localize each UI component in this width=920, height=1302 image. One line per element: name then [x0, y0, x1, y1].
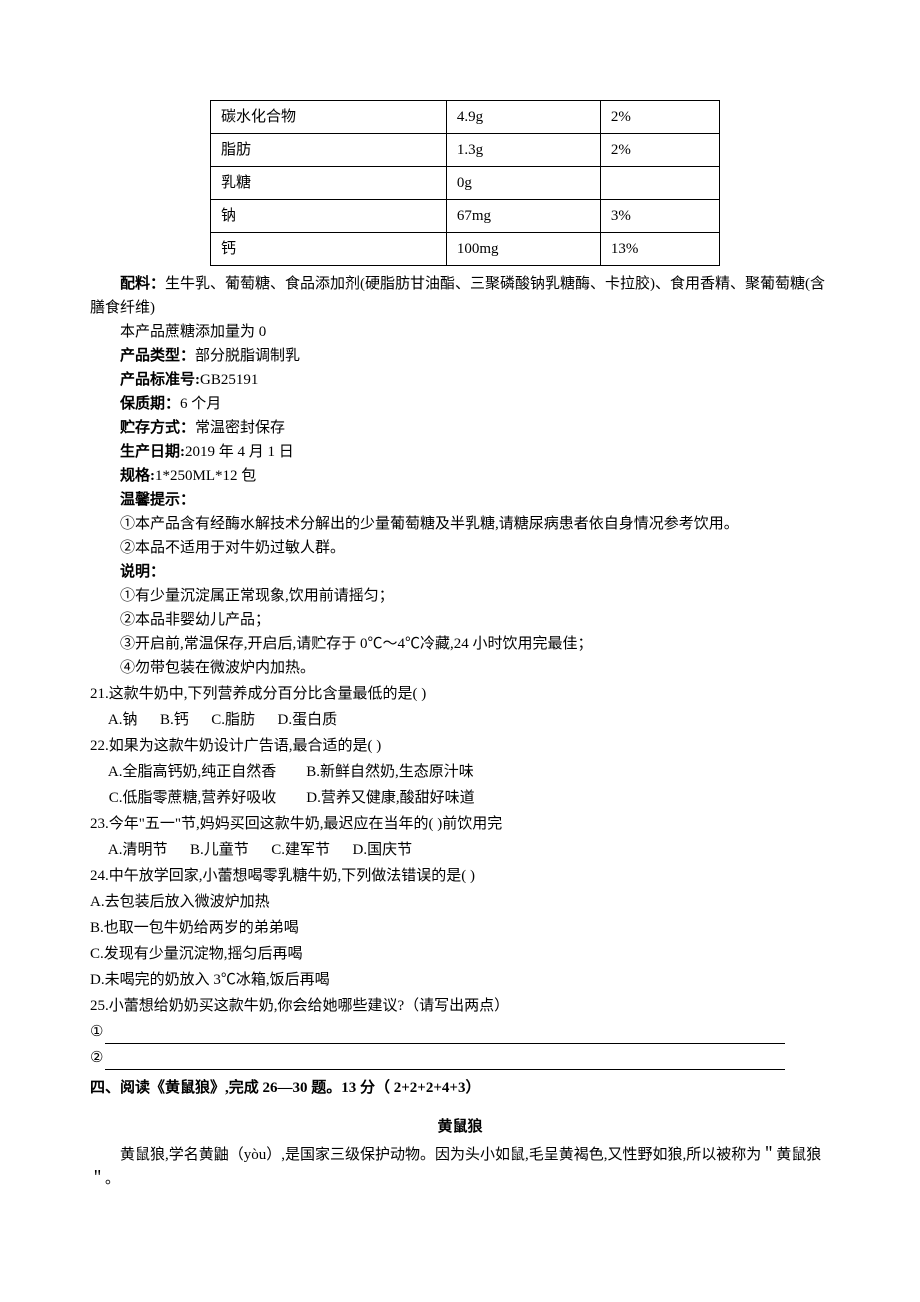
passage-title: 黄鼠狼: [90, 1115, 830, 1139]
question-24-option-d: D.未喝完的奶放入 3℃冰箱,饭后再喝: [90, 968, 830, 992]
question-25-blank-1: ①: [90, 1020, 830, 1044]
question-22-stem: 22.如果为这款牛奶设计广告语,最合适的是( ): [90, 734, 830, 758]
sucrose-line: 本产品蔗糖添加量为 0: [90, 320, 830, 344]
nutrient-pct: 2%: [600, 134, 719, 167]
shelf-life-text: 6 个月: [180, 396, 221, 412]
standard-line: 产品标准号:GB25191: [90, 368, 830, 392]
table-row: 脂肪 1.3g 2%: [211, 134, 720, 167]
storage-label: 贮存方式：: [120, 420, 195, 436]
table-row: 钠 67mg 3%: [211, 200, 720, 233]
blank-label-1: ①: [90, 1024, 103, 1040]
nutrient-pct: 2%: [600, 101, 719, 134]
tip-1: ①本产品含有经酶水解技术分解出的少量葡萄糖及半乳糖,请糖尿病患者依自身情况参考饮…: [90, 512, 830, 536]
tip-2: ②本品不适用于对牛奶过敏人群。: [90, 536, 830, 560]
storage-line: 贮存方式：常温密封保存: [90, 416, 830, 440]
shelf-life-line: 保质期：6 个月: [90, 392, 830, 416]
nutrient-name: 碳水化合物: [211, 101, 447, 134]
question-24-option-b: B.也取一包牛奶给两岁的弟弟喝: [90, 916, 830, 940]
table-row: 钙 100mg 13%: [211, 233, 720, 266]
nutrition-table: 碳水化合物 4.9g 2% 脂肪 1.3g 2% 乳糖 0g 钠 67mg 3%…: [210, 100, 720, 266]
tips-label: 温馨提示：: [90, 488, 830, 512]
nutrient-name: 脂肪: [211, 134, 447, 167]
passage-paragraph: 黄鼠狼,学名黄鼬（yòu）,是国家三级保护动物。因为头小如鼠,毛呈黄褐色,又性野…: [90, 1143, 830, 1191]
ingredients-label: 配料：: [120, 276, 165, 292]
question-25-blank-2: ②: [90, 1046, 830, 1070]
nutrient-name: 乳糖: [211, 167, 447, 200]
note-1: ①有少量沉淀属正常现象,饮用前请摇匀；: [90, 584, 830, 608]
nutrient-amount: 67mg: [446, 200, 600, 233]
question-22-options-row2: C.低脂零蔗糖,营养好吸收 D.营养又健康,酸甜好味道: [105, 786, 830, 810]
table-row: 乳糖 0g: [211, 167, 720, 200]
question-24-option-c: C.发现有少量沉淀物,摇匀后再喝: [90, 942, 830, 966]
question-25-stem: 25.小蕾想给奶奶买这款牛奶,你会给她哪些建议?（请写出两点）: [90, 994, 830, 1018]
spec-line: 规格:1*250ML*12 包: [90, 464, 830, 488]
spec-label: 规格:: [120, 468, 155, 484]
prod-date-line: 生产日期:2019 年 4 月 1 日: [90, 440, 830, 464]
shelf-life-label: 保质期：: [120, 396, 180, 412]
question-23-stem: 23.今年"五一"节,妈妈买回这款牛奶,最迟应在当年的( )前饮用完: [90, 812, 830, 836]
ingredients-line: 配料：生牛乳、葡萄糖、食品添加剂(硬脂肪甘油酯、三聚磷酸钠乳糖酶、卡拉胶)、食用…: [90, 272, 830, 320]
note-2: ②本品非婴幼儿产品；: [90, 608, 830, 632]
question-24-stem: 24.中午放学回家,小蕾想喝零乳糖牛奶,下列做法错误的是( ): [90, 864, 830, 888]
standard-label: 产品标准号:: [120, 372, 200, 388]
product-type-label: 产品类型：: [120, 348, 195, 364]
nutrient-amount: 4.9g: [446, 101, 600, 134]
blank-label-2: ②: [90, 1050, 103, 1066]
question-23-options: A.清明节 B.儿童节 C.建军节 D.国庆节: [105, 838, 830, 862]
section-4-title: 四、阅读《黄鼠狼》,完成 26—30 题。13 分（ 2+2+2+4+3）: [90, 1076, 830, 1100]
question-21-stem: 21.这款牛奶中,下列营养成分百分比含量最低的是( ): [90, 682, 830, 706]
prod-date-text: 2019 年 4 月 1 日: [185, 444, 294, 460]
nutrient-amount: 0g: [446, 167, 600, 200]
note-3: ③开启前,常温保存,开启后,请贮存于 0℃～4℃冷藏,24 小时饮用完最佳；: [90, 632, 830, 656]
notes-label: 说明：: [90, 560, 830, 584]
nutrient-amount: 1.3g: [446, 134, 600, 167]
question-22-options-row1: A.全脂高钙奶,纯正自然香 B.新鲜自然奶,生态原汁味: [105, 760, 830, 784]
fill-line: [105, 1055, 785, 1070]
nutrient-pct: 13%: [600, 233, 719, 266]
nutrient-pct: 3%: [600, 200, 719, 233]
product-type-text: 部分脱脂调制乳: [195, 348, 300, 364]
table-row: 碳水化合物 4.9g 2%: [211, 101, 720, 134]
ingredients-text: 生牛乳、葡萄糖、食品添加剂(硬脂肪甘油酯、三聚磷酸钠乳糖酶、卡拉胶)、食用香精、…: [90, 276, 825, 316]
nutrient-name: 钙: [211, 233, 447, 266]
product-type-line: 产品类型：部分脱脂调制乳: [90, 344, 830, 368]
nutrient-name: 钠: [211, 200, 447, 233]
storage-text: 常温密封保存: [195, 420, 285, 436]
prod-date-label: 生产日期:: [120, 444, 185, 460]
fill-line: [105, 1029, 785, 1044]
standard-text: GB25191: [200, 372, 258, 388]
nutrient-pct: [600, 167, 719, 200]
nutrient-amount: 100mg: [446, 233, 600, 266]
question-21-options: A.钠 B.钙 C.脂肪 D.蛋白质: [105, 708, 830, 732]
spec-text: 1*250ML*12 包: [155, 468, 256, 484]
question-24-option-a: A.去包装后放入微波炉加热: [90, 890, 830, 914]
note-4: ④勿带包装在微波炉内加热。: [90, 656, 830, 680]
